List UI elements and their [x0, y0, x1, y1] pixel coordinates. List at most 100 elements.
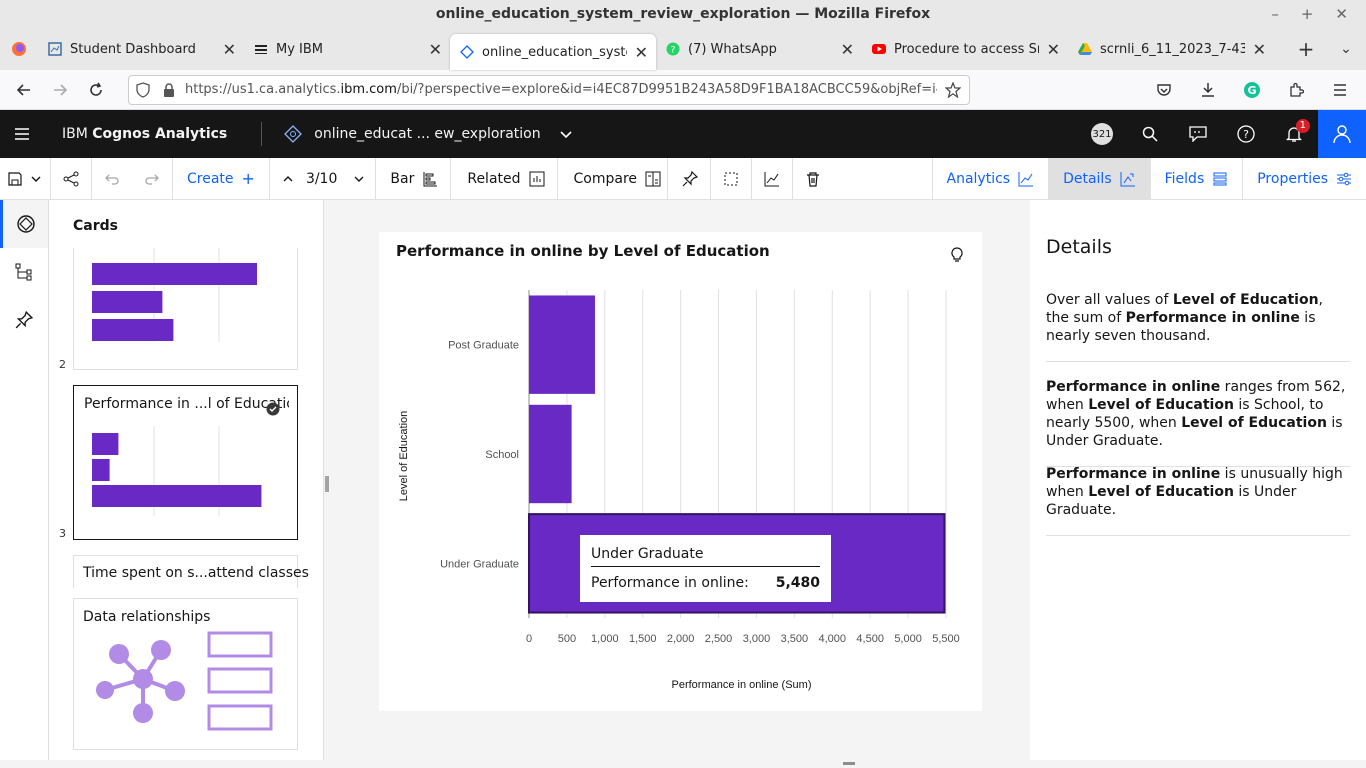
- tab-my-ibm[interactable]: My IBM ✕: [244, 28, 450, 70]
- x-tick-label: 5,500: [932, 633, 960, 645]
- visualization-type-button[interactable]: Bar: [376, 157, 452, 200]
- close-tab-icon[interactable]: ✕: [635, 43, 648, 62]
- close-tab-icon[interactable]: ✕: [841, 40, 854, 59]
- tab-properties[interactable]: Properties: [1242, 157, 1366, 200]
- hamburger-menu-icon[interactable]: [0, 127, 44, 141]
- y-tick-label: School: [485, 449, 519, 461]
- main-area: Cards 2 Performance in ...l of Education…: [0, 200, 1366, 768]
- bar-chart[interactable]: 0 500 1,000 1,500 2,000 2,500 3,000 3,500 4,000 4…: [379, 232, 982, 711]
- fields-label: Fields: [1164, 170, 1205, 187]
- card-3-thumbnail: [92, 426, 262, 516]
- tab-details[interactable]: Details: [1048, 157, 1150, 200]
- x-tick-label: 4,500: [856, 633, 884, 645]
- next-card-icon[interactable]: [343, 157, 377, 200]
- app-brand[interactable]: IBM Cognos Analytics: [62, 126, 227, 142]
- card-5-title: Data relationships: [83, 609, 211, 625]
- card-5[interactable]: Data relationships: [73, 598, 298, 750]
- share-icon[interactable]: [51, 157, 92, 200]
- close-tab-icon[interactable]: ✕: [429, 40, 442, 59]
- horizontal-scrollbar[interactable]: [0, 760, 1366, 768]
- card-3[interactable]: Performance in ...l of Education: [73, 385, 298, 540]
- x-tick-label: 5,000: [894, 633, 922, 645]
- new-tab-icon[interactable]: +: [1286, 37, 1326, 61]
- card-2[interactable]: [73, 248, 298, 370]
- pocket-icon[interactable]: [1146, 72, 1182, 108]
- tab-analytics[interactable]: Analytics: [931, 157, 1049, 200]
- field-name: Performance in online: [1125, 310, 1300, 326]
- page-indicator: 3/10: [300, 158, 343, 200]
- chevron-down-icon[interactable]: [559, 127, 573, 141]
- y-axis-title: Level of Education: [398, 411, 410, 502]
- chat-icon[interactable]: [1174, 110, 1222, 158]
- browser-menu-icon[interactable]: [1322, 72, 1358, 108]
- save-icon[interactable]: [0, 158, 26, 200]
- svg-text:G: G: [1247, 84, 1256, 97]
- url-text[interactable]: https://us1.ca.analytics.ibm.com/bi/?per…: [185, 82, 937, 97]
- extensions-icon[interactable]: [1278, 72, 1314, 108]
- select-area-icon[interactable]: [711, 157, 753, 200]
- x-axis-title: Performance in online (Sum): [671, 679, 811, 691]
- redo-icon[interactable]: [132, 157, 173, 200]
- hierarchy-rail-icon[interactable]: [0, 248, 48, 296]
- tab-list-icon[interactable]: ⌄: [1326, 41, 1366, 57]
- cards-title: Cards: [73, 218, 118, 234]
- insights-icon[interactable]: [752, 157, 794, 200]
- help-icon[interactable]: ?: [1222, 110, 1270, 158]
- grammarly-icon[interactable]: G: [1234, 72, 1270, 108]
- card-3-thumb-bar: [92, 459, 110, 481]
- tab-fields[interactable]: Fields: [1149, 157, 1243, 200]
- reload-icon[interactable]: [78, 72, 114, 108]
- close-tab-icon[interactable]: ✕: [1047, 40, 1060, 59]
- bookmark-star-icon[interactable]: [945, 81, 961, 98]
- shield-icon[interactable]: [135, 81, 151, 98]
- create-label: Create: [187, 170, 234, 187]
- url-bar[interactable]: https://us1.ca.analytics.ibm.com/bi/?per…: [128, 74, 970, 105]
- analytics-label: Analytics: [946, 170, 1011, 187]
- firefox-menu-icon[interactable]: [0, 28, 38, 70]
- document-selector[interactable]: online_educat ... ew_exploration: [284, 125, 572, 143]
- close-tab-icon[interactable]: ✕: [1253, 40, 1266, 59]
- undo-icon[interactable]: [92, 158, 132, 200]
- analytics-icon: [1018, 171, 1034, 186]
- svg-text:?: ?: [671, 46, 676, 56]
- bar[interactable]: [529, 295, 595, 394]
- tab-online-education[interactable]: online_education_system_r ✕: [450, 34, 656, 70]
- cards-rail-icon[interactable]: [0, 200, 48, 248]
- pins-rail-icon[interactable]: [0, 296, 48, 344]
- scrollbar-thumb[interactable]: [843, 762, 855, 765]
- user-avatar-icon[interactable]: [1318, 110, 1366, 158]
- tab-drive[interactable]: scrnli_6_11_2023_7-43-00 F ✕: [1068, 28, 1274, 70]
- chart-card[interactable]: Performance in online by Level of Educat…: [379, 232, 982, 711]
- lock-icon[interactable]: [161, 82, 177, 98]
- create-button[interactable]: Create +: [173, 157, 270, 200]
- exploration-toolbar: Create + 3/10 Bar Related Compare Analyti…: [0, 157, 1366, 200]
- pin-icon[interactable]: [667, 157, 712, 200]
- compare-button[interactable]: Compare: [558, 158, 668, 200]
- user-count-button[interactable]: 321: [1078, 110, 1126, 158]
- related-button[interactable]: Related: [451, 157, 558, 200]
- delete-icon[interactable]: [793, 158, 833, 200]
- previous-card-icon[interactable]: [270, 158, 300, 200]
- card-4[interactable]: Time spent on s...attend classes: [73, 555, 309, 588]
- close-window-icon[interactable]: ✕: [1335, 0, 1348, 29]
- maximize-icon[interactable]: +: [1301, 0, 1314, 29]
- close-tab-icon[interactable]: ✕: [223, 40, 236, 59]
- y-tick-label: Post Graduate: [448, 340, 519, 352]
- x-tick-label: 0: [526, 633, 532, 645]
- compare-label: Compare: [573, 170, 638, 187]
- panel-splitter[interactable]: [324, 200, 331, 768]
- forward-icon[interactable]: [42, 72, 78, 108]
- bar[interactable]: [529, 404, 572, 504]
- search-icon[interactable]: [1126, 110, 1174, 158]
- x-tick-label: 4,000: [819, 633, 847, 645]
- notifications-icon[interactable]: 1: [1270, 110, 1318, 158]
- tab-youtube[interactable]: Procedure to access Smart ✕: [862, 28, 1068, 70]
- downloads-icon[interactable]: [1190, 72, 1226, 108]
- save-menu-chevron-icon[interactable]: [26, 157, 51, 200]
- field-name: Level of Education: [1088, 397, 1234, 413]
- tab-student-dashboard[interactable]: Student Dashboard ✕: [38, 28, 244, 70]
- tab-whatsapp[interactable]: ? (7) WhatsApp ✕: [656, 28, 862, 70]
- minimize-icon[interactable]: –: [1271, 0, 1279, 29]
- details-tab-label: Details: [1063, 170, 1112, 187]
- back-icon[interactable]: [6, 72, 42, 108]
